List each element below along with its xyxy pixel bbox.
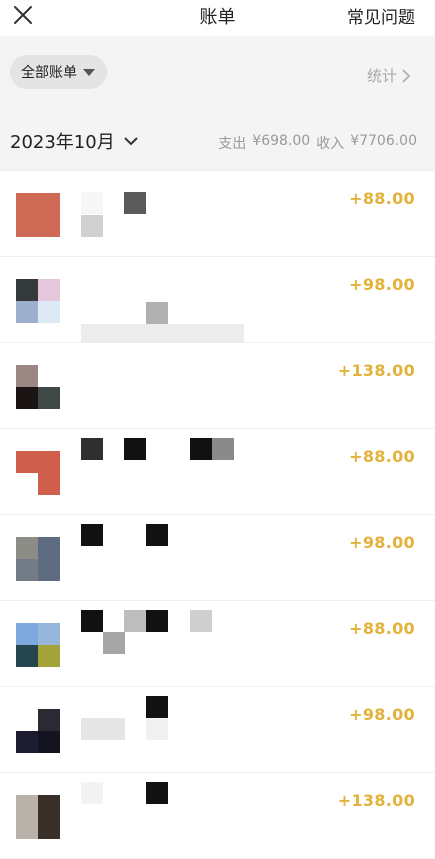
redacted-block [146,524,168,546]
avatar-cell [38,537,60,559]
avatar-cell [38,623,60,645]
redacted-block [146,718,168,740]
avatar [16,279,60,323]
avatar-cell [16,817,38,839]
avatar-cell [16,279,38,301]
avatar-cell [38,709,60,731]
redacted-block [124,610,146,632]
avatar-cell [38,215,60,237]
month-summary-bar: 2023年10月 支出 ¥698.00 收入 ¥7706.00 [0,110,435,171]
avatar [16,623,60,667]
avatar-cell [16,193,38,215]
faq-button[interactable]: 常见问题 [347,3,415,28]
redacted-block [81,782,103,804]
avatar [16,709,60,753]
transaction-list: +88.00 +98.00 +138.00 +88.00 +98.00 +88.… [0,171,435,859]
avatar-cell [38,559,60,581]
avatar-cell [16,451,38,473]
transaction-row[interactable]: +138.00 [0,343,435,429]
redacted-block [146,302,168,324]
month-label: 2023年10月 [10,132,115,153]
avatar-cell [38,451,60,473]
transaction-amount: +88.00 [349,447,415,466]
chevron-right-icon [402,68,411,83]
redacted-block [146,696,168,718]
avatar-cell [38,473,60,495]
month-totals: 支出 ¥698.00 收入 ¥7706.00 [218,133,417,153]
avatar-cell [16,301,38,323]
redacted-block [124,192,146,214]
redacted-block [81,524,103,546]
redacted-block [190,438,212,460]
redacted-block [124,438,146,460]
avatar-cell [16,473,38,495]
redacted-block [81,610,103,632]
avatar-cell [16,215,38,237]
stats-button[interactable]: 统计 [367,65,411,86]
transaction-row[interactable]: +98.00 [0,257,435,346]
filter-bar: 全部账单 统计 [0,36,435,110]
avatar-cell [38,365,60,387]
transaction-amount: +98.00 [349,533,415,552]
all-bills-filter-label: 全部账单 [21,65,77,81]
avatar [16,795,60,839]
caret-down-icon [83,68,95,76]
transaction-row[interactable]: +98.00 [0,687,435,773]
stats-label: 统计 [366,67,397,85]
top-nav-bar: 账单 常见问题 [0,0,435,36]
transaction-row[interactable]: +88.00 [0,601,435,687]
avatar-cell [38,387,60,409]
transaction-amount: +88.00 [349,619,415,638]
avatar-cell [16,731,38,753]
redacted-block [81,718,125,740]
avatar-cell [38,301,60,323]
redacted-block [146,610,168,632]
income-value: ¥7706.00 [350,133,417,149]
redacted-block [146,782,168,804]
avatar-cell [38,731,60,753]
avatar-cell [16,559,38,581]
all-bills-filter-button[interactable]: 全部账单 [10,55,107,89]
transaction-row[interactable]: +88.00 [0,429,435,515]
transaction-amount: +138.00 [337,361,415,380]
redacted-block [190,610,212,632]
avatar [16,193,60,237]
avatar [16,365,60,409]
close-icon[interactable] [12,4,34,26]
avatar-cell [16,645,38,667]
transaction-amount: +98.00 [349,275,415,294]
avatar-cell [38,817,60,839]
transaction-row[interactable]: +138.00 [0,773,435,859]
avatar-cell [38,193,60,215]
avatar-cell [16,709,38,731]
avatar [16,451,60,495]
avatar-cell [16,387,38,409]
transaction-amount: +138.00 [337,791,415,810]
redacted-block [212,438,234,460]
avatar-cell [38,795,60,817]
redacted-block [81,192,103,214]
month-selector[interactable]: 2023年10月 [10,128,139,154]
avatar-cell [16,795,38,817]
transaction-row[interactable]: +98.00 [0,515,435,601]
avatar-cell [38,645,60,667]
redacted-block [81,438,103,460]
avatar-cell [16,537,38,559]
avatar-cell [16,623,38,645]
avatar-cell [38,279,60,301]
redacted-block [103,632,125,654]
expense-label: 支出 [218,136,247,152]
avatar-cell [16,365,38,387]
expense-value: ¥698.00 [252,133,311,149]
redacted-block [81,215,103,237]
chevron-down-icon [124,137,138,146]
avatar [16,537,60,581]
income-label: 收入 [316,136,345,152]
transaction-amount: +88.00 [349,189,415,208]
transaction-row[interactable]: +88.00 [0,171,435,257]
transaction-amount: +98.00 [349,705,415,724]
